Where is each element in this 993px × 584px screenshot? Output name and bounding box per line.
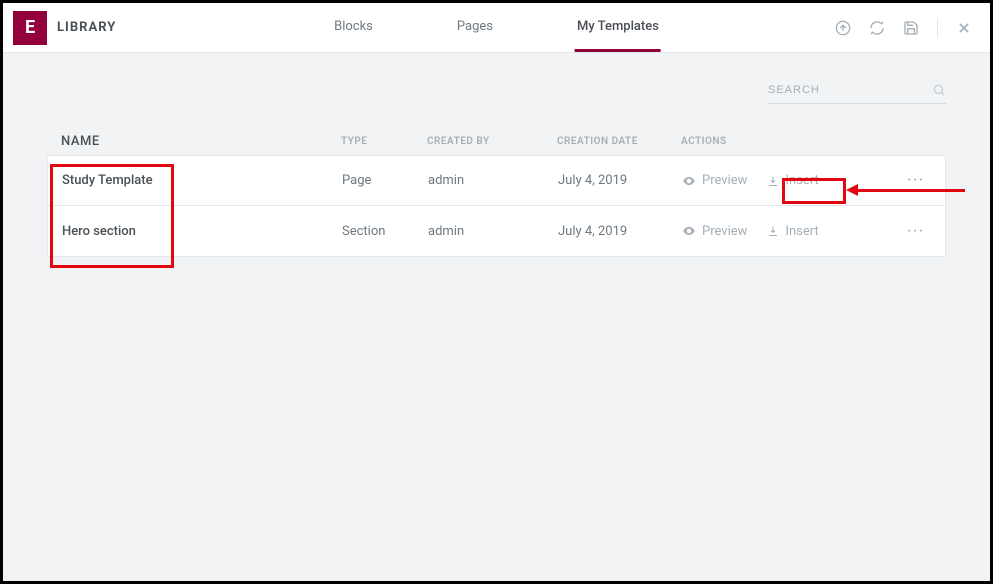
search-input[interactable] (768, 84, 932, 96)
more-actions-button[interactable]: ··· (907, 173, 931, 188)
search-icon[interactable] (932, 83, 946, 97)
save-icon[interactable] (903, 20, 919, 36)
insert-label: Insert (785, 173, 818, 188)
insert-button[interactable]: Insert (767, 224, 818, 239)
preview-button[interactable]: Preview (682, 173, 747, 188)
eye-icon (682, 224, 696, 238)
tab-my-templates[interactable]: My Templates (575, 3, 661, 52)
tabs: Blocks Pages My Templates (332, 3, 661, 52)
upload-icon[interactable] (835, 20, 851, 36)
cell-creation-date: July 4, 2019 (558, 173, 682, 188)
col-header-type: TYPE (341, 136, 427, 147)
insert-button[interactable]: Insert (767, 173, 818, 188)
header: E LIBRARY Blocks Pages My Templates (3, 3, 990, 53)
cell-created-by: admin (428, 224, 558, 239)
col-header-actions: ACTIONS (681, 136, 932, 147)
table-body: Study Template Page admin July 4, 2019 P… (47, 156, 946, 257)
cell-type: Page (342, 173, 428, 188)
cell-created-by: admin (428, 173, 558, 188)
table-header: NAME TYPE CREATED BY CREATION DATE ACTIO… (47, 128, 946, 156)
cell-creation-date: July 4, 2019 (558, 224, 682, 239)
header-actions (835, 18, 990, 38)
tab-blocks[interactable]: Blocks (332, 3, 375, 52)
col-header-name: NAME (61, 134, 341, 149)
cell-type: Section (342, 224, 428, 239)
app-logo: E (13, 11, 47, 45)
more-actions-button[interactable]: ··· (907, 224, 931, 239)
content-area: NAME TYPE CREATED BY CREATION DATE ACTIO… (3, 53, 990, 581)
preview-label: Preview (702, 173, 747, 188)
col-header-created-by: CREATED BY (427, 136, 557, 147)
library-title: LIBRARY (57, 20, 116, 35)
tab-pages[interactable]: Pages (455, 3, 495, 52)
search-bar (768, 83, 946, 104)
download-icon (767, 175, 779, 187)
cell-name: Hero section (62, 224, 342, 239)
cell-name: Study Template (62, 173, 342, 188)
table-row: Hero section Section admin July 4, 2019 … (48, 206, 945, 256)
app-logo-letter: E (25, 17, 35, 38)
insert-label: Insert (785, 224, 818, 239)
library-modal: E LIBRARY Blocks Pages My Templates (3, 3, 990, 581)
eye-icon (682, 174, 696, 188)
download-icon (767, 225, 779, 237)
preview-label: Preview (702, 224, 747, 239)
table-row: Study Template Page admin July 4, 2019 P… (48, 156, 945, 206)
sync-icon[interactable] (869, 20, 885, 36)
preview-button[interactable]: Preview (682, 224, 747, 239)
close-icon[interactable] (956, 20, 972, 36)
divider (937, 18, 938, 38)
col-header-creation-date: CREATION DATE (557, 136, 681, 147)
